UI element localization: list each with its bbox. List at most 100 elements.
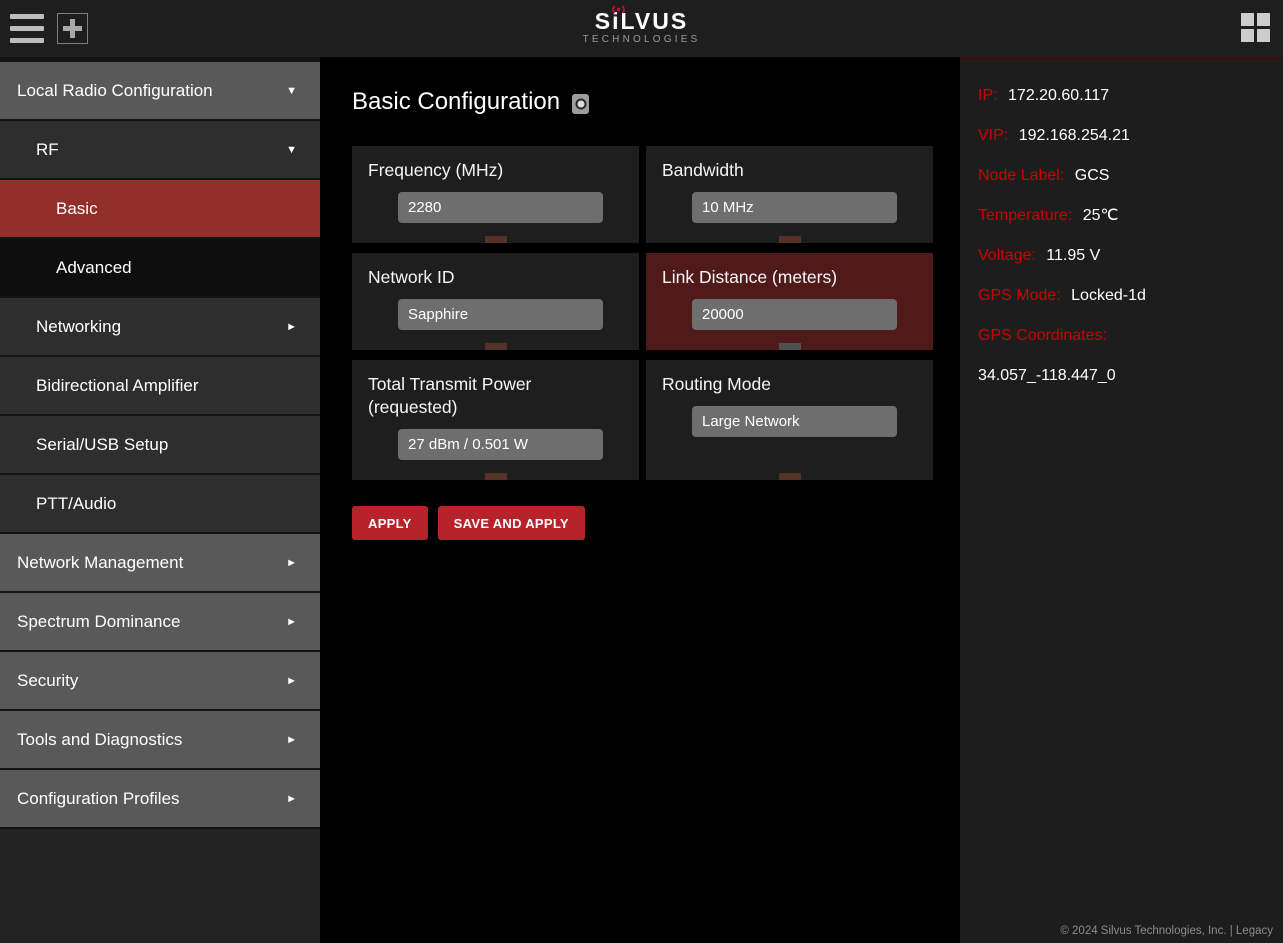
status-label: Voltage: (978, 247, 1036, 264)
add-button[interactable] (57, 13, 88, 44)
sidebar-item-serial-usb-setup[interactable]: Serial/USB Setup (0, 416, 320, 475)
sidebar-item-configuration-profiles[interactable]: Configuration Profiles ► (0, 770, 320, 829)
sidebar-item-network-management[interactable]: Network Management ► (0, 534, 320, 593)
brand-logo: SiLVUS TECHNOLOGIES (583, 9, 701, 45)
top-bar: SiLVUS TECHNOLOGIES (0, 0, 1283, 57)
status-label: GPS Coordinates: (978, 327, 1107, 344)
sidebar-item-rf[interactable]: RF ▼ (0, 121, 320, 180)
config-field-card-link-distance-meters: Link Distance (meters) (646, 253, 933, 350)
brand-subtitle: TECHNOLOGIES (583, 34, 701, 45)
antenna-icon (610, 5, 627, 14)
field-input-routing-mode[interactable] (692, 406, 897, 437)
status-row-34-057-118-447-0: 34.057_-118.447_0 (978, 368, 1283, 384)
sidebar-item-label: Security (17, 671, 78, 691)
sidebar-item-label: Advanced (56, 258, 132, 278)
menu-icon-bar (10, 38, 44, 43)
grid-square (1257, 13, 1270, 26)
field-input-network-id[interactable] (398, 299, 603, 330)
field-input-bandwidth[interactable] (692, 192, 897, 223)
sidebar-item-label: Basic (56, 199, 98, 219)
brand-name: SiLVUS (595, 8, 688, 34)
field-input-link-distance-meters[interactable] (692, 299, 897, 330)
field-label: Bandwidth (662, 159, 917, 182)
grid-square (1257, 29, 1270, 42)
sidebar-item-basic[interactable]: Basic (0, 180, 320, 239)
apply-button[interactable]: APPLY (352, 506, 428, 540)
status-label: Temperature: (978, 207, 1072, 224)
chevron-right-icon: ► (286, 321, 297, 333)
config-field-card-total-transmit-power-requested: Total Transmit Power (requested) (352, 360, 639, 480)
grid-square (1241, 13, 1254, 26)
apps-grid-icon[interactable] (1241, 13, 1270, 42)
status-label: IP: (978, 87, 998, 104)
main-content: Basic Configuration Frequency (MHz) Band… (320, 57, 960, 943)
sidebar-item-advanced[interactable]: Advanced (0, 239, 320, 298)
field-input-frequency-mhz[interactable] (398, 192, 603, 223)
menu-icon[interactable] (10, 14, 44, 43)
chevron-right-icon: ► (286, 793, 297, 805)
field-input-total-transmit-power-requested[interactable] (398, 429, 603, 460)
sidebar-item-local-radio-configuration[interactable]: Local Radio Configuration ▼ (0, 62, 320, 121)
status-panel: IP: 172.20.60.117 VIP: 192.168.254.21 No… (960, 57, 1283, 943)
chevron-right-icon: ► (286, 616, 297, 628)
config-field-card-network-id: Network ID (352, 253, 639, 350)
sidebar-item-label: Local Radio Configuration (17, 81, 213, 101)
status-value: 172.20.60.117 (1008, 87, 1109, 104)
card-notch (779, 236, 801, 243)
field-label: Frequency (MHz) (368, 159, 623, 182)
field-label: Network ID (368, 266, 623, 289)
field-label: Routing Mode (662, 373, 917, 396)
action-buttons: APPLY SAVE AND APPLY (352, 506, 960, 540)
sidebar-item-label: RF (36, 140, 59, 160)
page-title-row: Basic Configuration (352, 88, 960, 116)
sidebar-item-security[interactable]: Security ► (0, 652, 320, 711)
footer-copyright: © 2024 Silvus Technologies, Inc. | Legac… (1060, 925, 1273, 937)
sidebar-item-label: Networking (36, 317, 121, 337)
status-row-ip: IP: 172.20.60.117 (978, 88, 1283, 104)
chevron-down-icon: ▼ (286, 144, 297, 156)
status-label: GPS Mode: (978, 287, 1061, 304)
card-notch (485, 473, 507, 480)
chevron-right-icon: ► (286, 675, 297, 687)
sidebar-item-networking[interactable]: Networking ► (0, 298, 320, 357)
grid-square (1241, 29, 1254, 42)
sidebar-item-label: Spectrum Dominance (17, 612, 180, 632)
status-value: GCS (1075, 167, 1110, 184)
chevron-down-icon: ▼ (286, 85, 297, 97)
status-label: Node Label: (978, 167, 1064, 184)
card-notch (485, 343, 507, 350)
status-row-voltage: Voltage: 11.95 V (978, 248, 1283, 264)
status-row-temperature: Temperature: 25℃ (978, 208, 1283, 224)
config-field-card-bandwidth: Bandwidth (646, 146, 933, 243)
save-and-apply-button[interactable]: SAVE AND APPLY (438, 506, 585, 540)
plus-icon (63, 19, 82, 38)
status-value: 192.168.254.21 (1019, 127, 1130, 144)
sidebar-item-tools-and-diagnostics[interactable]: Tools and Diagnostics ► (0, 711, 320, 770)
status-row-vip: VIP: 192.168.254.21 (978, 128, 1283, 144)
status-rows: IP: 172.20.60.117 VIP: 192.168.254.21 No… (978, 88, 1283, 384)
status-value: 11.95 V (1046, 247, 1100, 264)
sidebar-nav: Local Radio Configuration ▼ RF ▼ Basic A… (0, 57, 320, 943)
card-notch (779, 473, 801, 480)
radio-device-icon (572, 94, 589, 114)
config-field-card-frequency-mhz: Frequency (MHz) (352, 146, 639, 243)
menu-icon-bar (10, 26, 44, 31)
status-row-gps-mode: GPS Mode: Locked-1d (978, 288, 1283, 304)
sidebar-item-bidirectional-amplifier[interactable]: Bidirectional Amplifier (0, 357, 320, 416)
status-value: Locked-1d (1071, 287, 1146, 304)
sidebar-item-label: PTT/Audio (36, 494, 116, 514)
app-root: SiLVUS TECHNOLOGIES Local Radio Configur… (0, 0, 1283, 943)
status-row-node-label: Node Label: GCS (978, 168, 1283, 184)
sidebar-item-label: Network Management (17, 553, 183, 573)
sidebar-item-label: Configuration Profiles (17, 789, 180, 809)
sidebar-item-spectrum-dominance[interactable]: Spectrum Dominance ► (0, 593, 320, 652)
status-value: 34.057_-118.447_0 (978, 367, 1116, 384)
sidebar-item-ptt-audio[interactable]: PTT/Audio (0, 475, 320, 534)
status-row-gps-coordinates: GPS Coordinates: (978, 328, 1283, 344)
chevron-right-icon: ► (286, 734, 297, 746)
config-field-card-routing-mode: Routing Mode (646, 360, 933, 480)
config-cards: Frequency (MHz) Bandwidth Network ID Lin… (352, 146, 960, 480)
field-label: Link Distance (meters) (662, 266, 917, 289)
sidebar-item-label: Bidirectional Amplifier (36, 376, 199, 396)
menu-icon-bar (10, 14, 44, 19)
